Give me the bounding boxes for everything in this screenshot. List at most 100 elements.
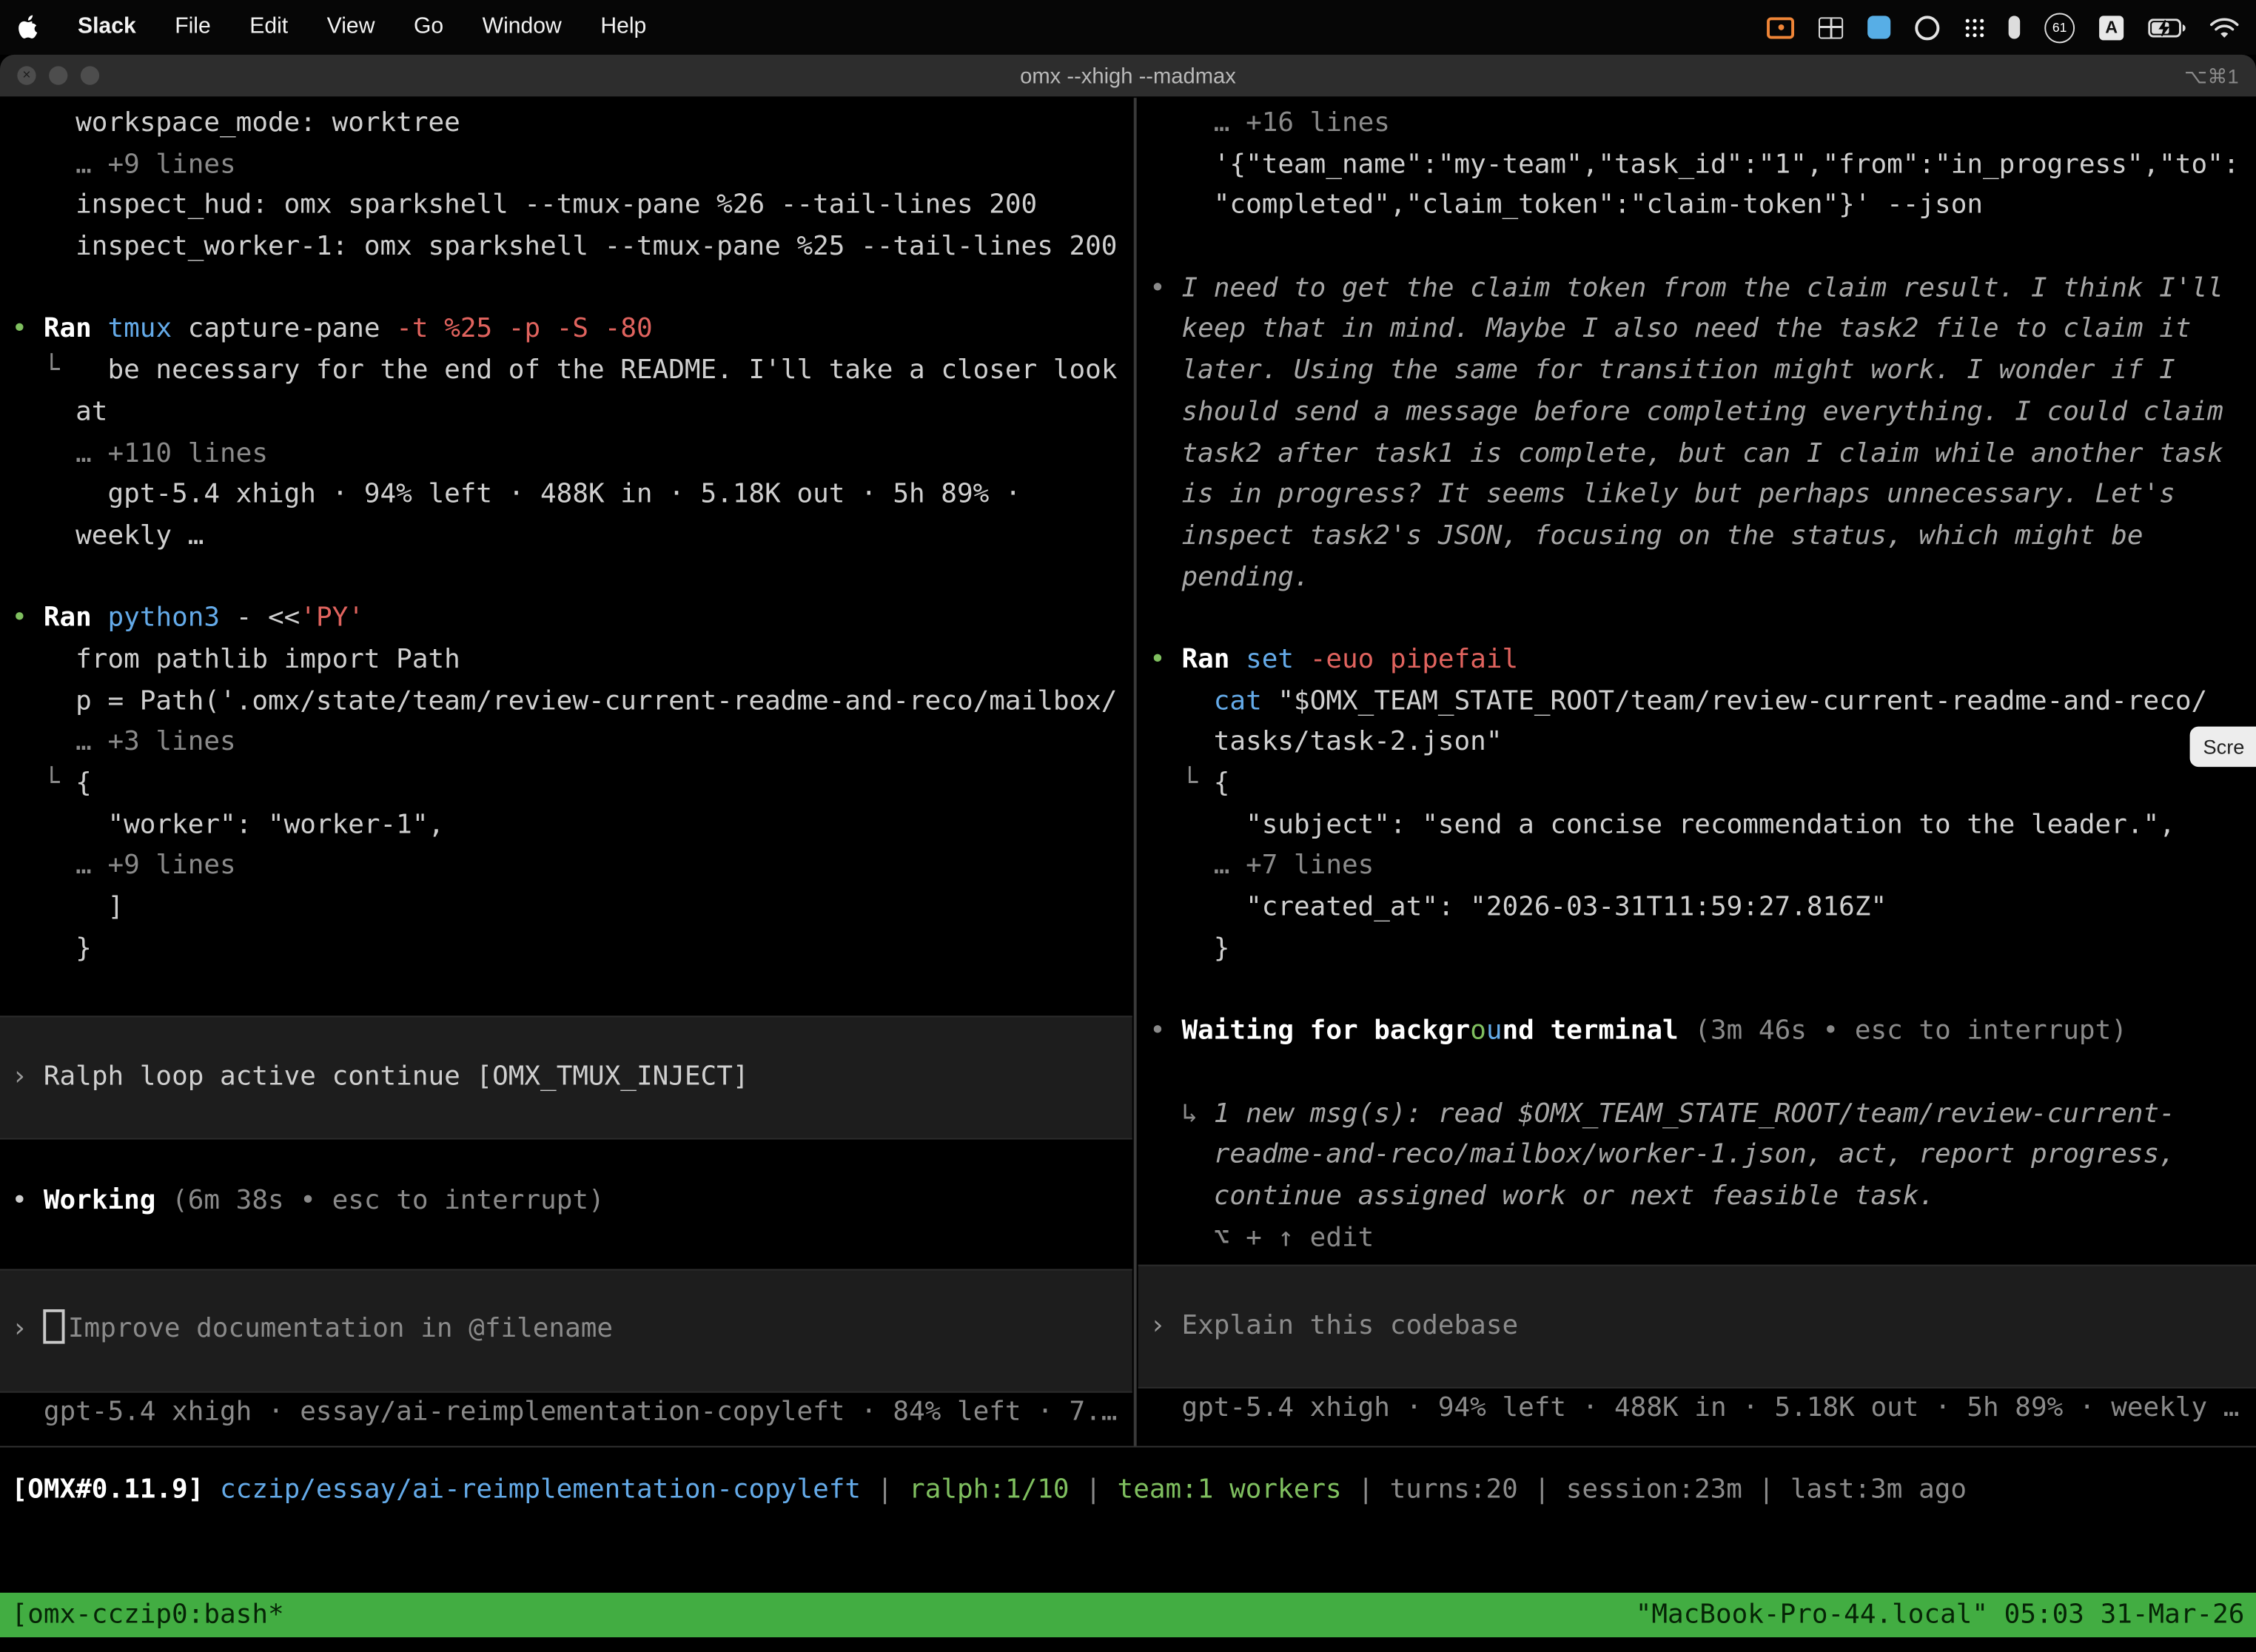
input-box[interactable]: › Ralph loop active continue [OMX_TMUX_I… [0,1016,1132,1140]
text-segment: "subject": "send a concise recommendatio… [1149,810,2175,840]
terminal-line: "worker": "worker-1", [0,805,1132,847]
text-segment: "$OMX_TEAM_STATE_ROOT/team/review-curren… [1278,686,2207,716]
tmux-session-label: [omx-cczip0:bash* [12,1600,284,1631]
text-segment: set [1246,645,1310,675]
text-segment: ↳ [1149,1098,1214,1129]
desktop: SlackFileEditViewGoWindowHelp 61 A × omx [0,0,2256,1652]
terminal-line: } [0,929,1132,970]
text-segment: › [1149,1311,1181,1341]
text-segment: └ [12,355,76,386]
terminal-pane-right[interactable]: … +16 lines '{"team_name":"my-team","tas… [1138,98,2256,1446]
terminal-line: › Ralph loop active continue [OMX_TMUX_I… [12,1057,1132,1098]
window-shortcut-hint: ⌥⌘1 [2184,55,2239,98]
text-segment: is in progress? It seems likely but perh… [1149,480,2175,510]
screen-pill-overlay[interactable]: Scre [2190,727,2256,767]
menu-item-file[interactable]: File [175,14,211,40]
terminal-output-block: • Working (6m 38s • esc to interrupt) [0,1181,1132,1223]
terminal-line: • I need to get the claim token from the… [1138,269,2256,310]
text-segment: ⌥ + ↑ edit [1149,1222,1374,1252]
input-source-icon[interactable]: A [2099,10,2124,45]
input-box[interactable]: › Explain this codebase [1138,1265,2256,1389]
terminal-line: inspect_worker-1: omx sparkshell --tmux-… [0,227,1132,269]
text-segment: Waiting for backgr [1181,1016,1470,1047]
terminal-pane-left[interactable]: workspace_mode: worktree … +9 lines insp… [0,98,1132,1446]
terminal-line: } [1138,929,2256,970]
text-segment: } [12,933,92,964]
text-segment: ] [12,892,124,922]
text-segment: ralph:1/10 [909,1474,1070,1505]
text-segment: "worker": "worker-1", [12,810,445,840]
terminal-line: '{"team_name":"my-team","task_id":"1","f… [1138,145,2256,187]
dots-grid-icon[interactable] [1964,10,1984,45]
text-segment: inspect_hud: omx sparkshell --tmux-pane … [12,190,1038,221]
text-segment: cczip/essay/ai-reimplementation-copyleft [220,1474,861,1505]
screen-recording-indicator-icon[interactable] [1767,10,1794,45]
input-box[interactable]: › Improve documentation in @filename [0,1269,1132,1392]
text-segment: • [12,603,44,634]
terminal-line [0,557,1132,599]
terminal-line: cat "$OMX_TEAM_STATE_ROOT/team/review-cu… [1138,682,2256,723]
terminal-line: └ { [0,764,1132,805]
text-segment: continue assigned work or next feasible … [1149,1181,1935,1212]
text-segment: later. Using the same for transition mig… [1149,355,2175,386]
menu-item-slack[interactable]: Slack [78,14,136,40]
terminal-line: • Ran set -euo pipefail [1138,640,2256,682]
battery-icon[interactable] [2148,10,2186,45]
text-segment: … +110 lines [12,438,268,469]
omx-status-line: [OMX#0.11.9] cczip/essay/ai-reimplementa… [12,1471,1967,1512]
menu-item-window[interactable]: Window [483,14,562,40]
text-segment: 1 new msg(s): read $OMX_TEAM_STATE_ROOT/… [1214,1098,2175,1129]
text-segment: Ran [44,315,108,345]
terminal-line: gpt-5.4 xhigh · 94% left · 488K in · 5.1… [0,475,1132,517]
app-menu-items: Slack File Edit View Go Window Help [78,14,646,40]
menu-item-go[interactable]: Go [414,14,443,40]
terminal-line: … +9 lines [0,145,1132,187]
grid-app-icon[interactable] [1819,10,1843,45]
menu-item-help[interactable]: Help [600,14,646,40]
text-segment: } [1149,933,1229,964]
text-segment: • [1149,1016,1181,1047]
text-segment: workspace_mode: worktree [12,108,460,138]
terminal-line: "subject": "send a concise recommendatio… [1138,805,2256,847]
apple-icon[interactable] [17,10,38,45]
text-segment: from pathlib import Path [12,645,460,675]
text-segment: … +9 lines [12,851,236,882]
text-segment: u [1486,1016,1503,1047]
terminal-line [1138,970,2256,1012]
text-segment: … +7 lines [1149,851,1374,882]
text-segment: › [12,1061,44,1092]
terminal-line: ↳ 1 new msg(s): read $OMX_TEAM_STATE_ROO… [1138,1094,2256,1135]
text-segment: • [1149,273,1181,303]
text-segment: -t %25 -p -S -80 [396,315,652,345]
menu-item-view[interactable]: View [327,14,375,40]
text-segment: cat [1214,686,1278,716]
text-segment: nd terminal [1503,1016,1695,1047]
tmux-host-clock: "MacBook-Pro-44.local" 05:03 31-Mar-26 [1636,1600,2245,1631]
battery-percent-badge[interactable]: 61 [2044,10,2075,45]
text-segment: python3 [107,603,235,634]
terminal-line: from pathlib import Path [0,640,1132,682]
text-segment: weekly … [12,520,204,551]
window-title: omx --xhigh --madmax [0,55,2256,98]
text-segment: should send a message before completing … [1149,397,2223,427]
terminal-line: p = Path('.omx/state/team/review-current… [0,682,1132,723]
text-segment: › [12,1314,44,1345]
text-segment: Ran [44,603,108,634]
menu-item-edit[interactable]: Edit [249,14,288,40]
macos-menu-bar: Slack File Edit View Go Window Help 61 A [0,0,2256,55]
key-icon[interactable] [2009,10,2021,45]
text-segment: at [12,397,108,427]
blue-app-icon[interactable] [1867,10,1890,45]
terminal-line: keep that in mind. Maybe I also need the… [1138,310,2256,352]
text-segment: | turns:20 | session:23m | last:3m ago [1342,1474,1967,1505]
text-segment: -euo pipefail [1310,645,1518,675]
terminal-line: └ be necessary for the end of the README… [0,352,1132,393]
status-divider [0,1446,2256,1448]
circle-app-icon[interactable] [1915,10,1939,45]
tmux-status-bar: [omx-cczip0:bash* "MacBook-Pro-44.local"… [0,1593,2256,1637]
pane-divider[interactable] [1134,98,1137,1446]
terminal-line: … +9 lines [0,847,1132,888]
wifi-icon[interactable] [2210,10,2239,45]
terminal-line: workspace_mode: worktree [0,104,1132,145]
text-segment: be necessary for the end of the README. … [75,355,1117,386]
